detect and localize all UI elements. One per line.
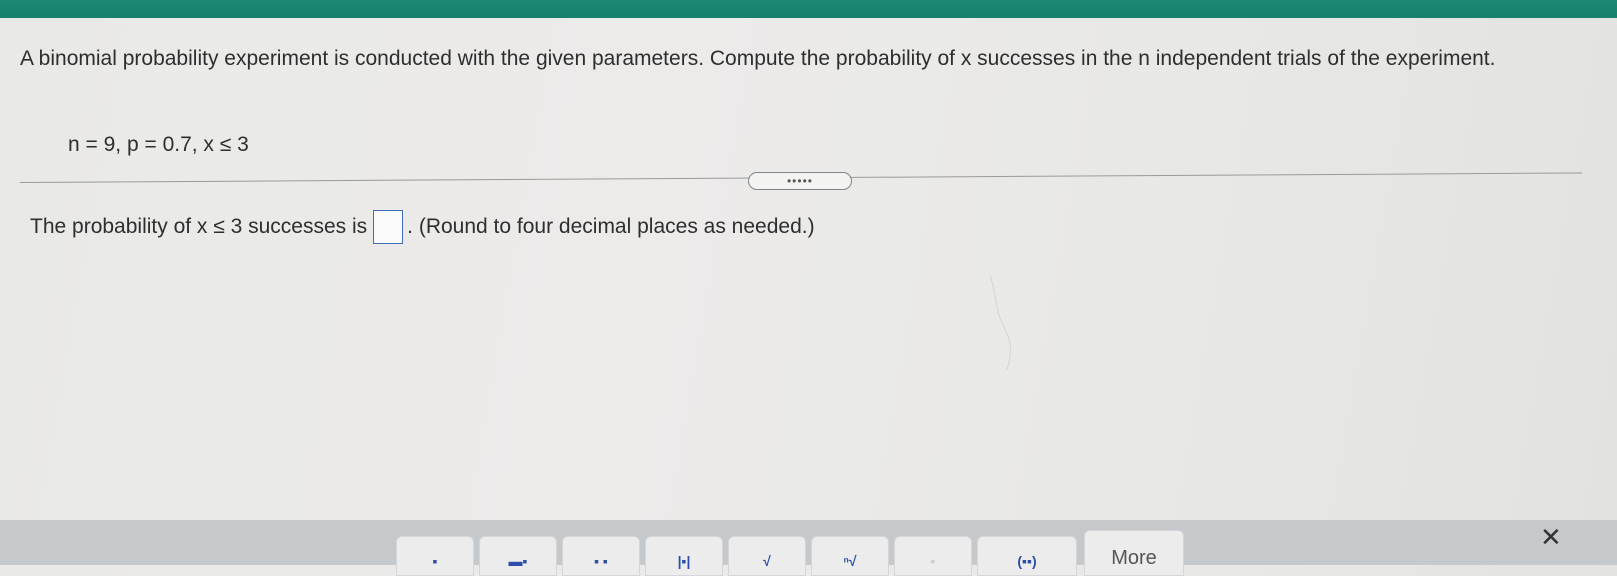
toolbar-button-absolute-value[interactable]: |▪| [645, 536, 723, 576]
answer-input[interactable] [373, 210, 404, 244]
toolbar-button-exponent[interactable]: ▪ ▪ [562, 536, 640, 576]
decimal-icon: ▪ [930, 553, 936, 569]
question-parameters: n = 9, p = 0.7, x ≤ 3 [68, 133, 249, 156]
absolute-value-icon: |▪| [677, 553, 691, 569]
toolbar-button-nth-root[interactable]: ⁿ√ [811, 536, 889, 576]
toolbar-button-parentheses[interactable]: (▪▪) [977, 536, 1077, 576]
answer-line: The probability of x ≤ 3 successes is . … [30, 210, 815, 244]
nth-root-icon: ⁿ√ [843, 553, 857, 569]
mixed-number-icon: ▬▪ [508, 553, 528, 569]
toolbar-button-square-root[interactable]: √ [728, 536, 806, 576]
toolbar-button-fraction[interactable]: ▪ [396, 536, 474, 576]
answer-prefix: The probability of x ≤ 3 successes is [30, 215, 368, 238]
top-header-bar [0, 0, 1617, 18]
more-button[interactable]: More [1084, 530, 1184, 576]
close-icon[interactable]: ✕ [1540, 522, 1562, 553]
answer-suffix: . (Round to four decimal places as neede… [407, 215, 815, 238]
screen-scratch-mark [989, 274, 1011, 371]
toolbar-button-decimal[interactable]: ▪ [894, 536, 972, 576]
question-text: A binomial probability experiment is con… [20, 47, 1496, 70]
parentheses-icon: (▪▪) [1017, 553, 1037, 569]
fraction-icon: ▪ [432, 553, 438, 569]
math-input-toolbar: ▪ ▬▪ ▪ ▪ |▪| √ ⁿ√ ▪ (▪▪) More ✕ [0, 520, 1617, 576]
exponent-icon: ▪ ▪ [594, 553, 608, 569]
expand-toggle-button[interactable]: ••••• [748, 172, 852, 190]
toolbar-button-mixed-number[interactable]: ▬▪ [479, 536, 557, 576]
square-root-icon: √ [763, 553, 771, 569]
